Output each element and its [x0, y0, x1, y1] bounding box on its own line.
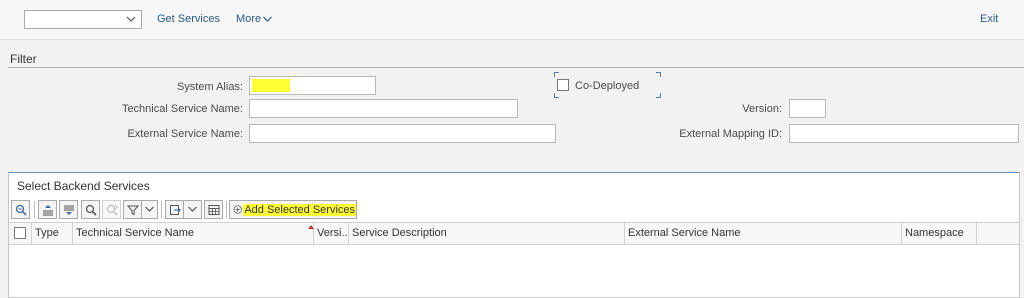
chevron-down-icon: [263, 16, 272, 22]
external-mapping-id-label: External Mapping ID:: [679, 128, 782, 140]
export-button[interactable]: [165, 200, 184, 219]
column-header-version[interactable]: Versi...: [314, 222, 349, 245]
column-header-filler: [977, 222, 1019, 245]
filter-button[interactable]: [123, 200, 142, 219]
more-menu-button[interactable]: More: [236, 13, 272, 25]
sort-descending-button[interactable]: [59, 200, 78, 219]
find-button[interactable]: [81, 200, 100, 219]
chevron-down-icon: [188, 206, 197, 212]
select-all-checkbox[interactable]: [14, 227, 26, 239]
sort-descending-icon: [63, 205, 74, 215]
table-settings-button[interactable]: [204, 200, 223, 219]
chevron-down-icon: [145, 206, 154, 212]
filter-divider: [8, 67, 1024, 68]
external-service-name-label: External Service Name:: [127, 128, 243, 140]
column-header-service-description[interactable]: Service Description: [349, 222, 625, 245]
top-toolbar: [0, 0, 1024, 40]
magnifier-zoom-icon: [15, 204, 27, 216]
toolbar-separator: [226, 201, 227, 218]
co-deployed-label: Co-Deployed: [575, 80, 640, 92]
version-label: Version:: [742, 103, 782, 115]
toolbar-separator: [34, 201, 35, 218]
find-next-button[interactable]: [102, 200, 121, 219]
search-icon: [85, 204, 97, 216]
chevron-down-icon: [126, 16, 136, 22]
system-dropdown[interactable]: [24, 10, 142, 29]
column-header-external-service-name[interactable]: External Service Name: [625, 222, 902, 245]
system-alias-highlight: [252, 79, 290, 92]
column-header-technical-service-name[interactable]: Technical Service Name: [73, 222, 314, 245]
select-all-cell: [9, 222, 32, 245]
backend-services-title: Select Backend Services: [17, 179, 150, 193]
co-deployed-checkbox[interactable]: [557, 79, 569, 91]
focus-bracket-bottom-right: [656, 93, 661, 98]
sort-ascending-button[interactable]: [38, 200, 57, 219]
search-next-icon: [106, 204, 118, 215]
more-label: More: [236, 13, 262, 25]
technical-service-name-label: Technical Service Name:: [121, 103, 243, 115]
get-services-button[interactable]: Get Services: [157, 13, 220, 25]
export-dropdown-button[interactable]: [183, 200, 202, 219]
zoom-button[interactable]: [11, 200, 30, 219]
add-circle-icon: [233, 205, 242, 214]
table-settings-icon: [208, 204, 219, 215]
focus-bracket-bottom-left: [554, 93, 559, 98]
add-selected-services-label: Add Selected Services: [243, 203, 356, 216]
version-input[interactable]: [789, 99, 826, 118]
exit-button[interactable]: Exit: [980, 13, 998, 25]
focus-bracket-top-right: [656, 72, 661, 77]
technical-service-name-input[interactable]: [249, 99, 518, 118]
filter-dropdown-button[interactable]: [141, 200, 158, 219]
system-alias-label: System Alias:: [176, 81, 243, 93]
export-icon: [169, 204, 181, 215]
toolbar-separator: [161, 201, 162, 218]
add-selected-services-button[interactable]: Add Selected Services: [229, 200, 357, 219]
filter-funnel-icon: [126, 205, 139, 215]
focus-bracket-top-left: [554, 72, 559, 77]
external-service-name-input[interactable]: [249, 124, 556, 143]
column-header-type[interactable]: Type: [32, 222, 73, 245]
filter-section-title: Filter: [10, 52, 37, 66]
external-mapping-id-input[interactable]: [789, 124, 1019, 143]
column-header-namespace[interactable]: Namespace: [902, 222, 977, 245]
sort-ascending-icon: [42, 204, 53, 215]
